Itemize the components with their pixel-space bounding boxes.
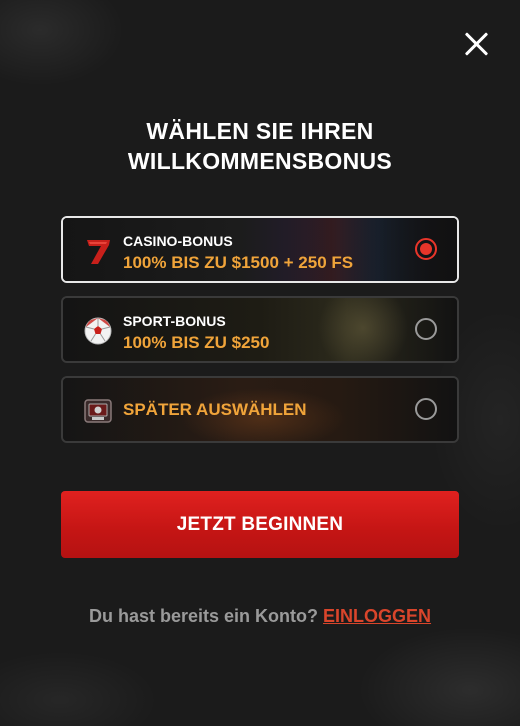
later-option-label: SPÄTER AUSWÄHLEN <box>123 400 307 419</box>
sport-bonus-subtitle: 100% BIS ZU $250 <box>123 333 270 352</box>
sport-bonus-title: SPORT-BONUS <box>123 313 226 329</box>
bonus-option-casino[interactable]: CASINO-BONUS 100% BIS ZU $1500 + 250 FS <box>61 216 459 283</box>
start-now-button[interactable]: JETZT BEGINNEN <box>61 491 459 558</box>
login-prompt-text: Du hast bereits ein Konto? <box>88 606 318 626</box>
bonus-box-icon <box>84 399 112 423</box>
login-prompt: Du hast bereits ein Konto? EINLOGGEN <box>0 606 520 627</box>
title-line-1: WÄHLEN SIE IHREN <box>146 118 374 144</box>
casino-bonus-subtitle: 100% BIS ZU $1500 + 250 FS <box>123 253 354 272</box>
bonus-option-later[interactable]: SPÄTER AUSWÄHLEN <box>61 376 459 443</box>
radio-sport[interactable] <box>415 318 437 340</box>
login-link[interactable]: EINLOGGEN <box>323 606 431 626</box>
radio-later[interactable] <box>415 398 437 420</box>
red-seven-icon <box>87 240 110 264</box>
bonus-option-sport[interactable]: SPORT-BONUS 100% BIS ZU $250 <box>61 296 459 363</box>
casino-bonus-title: CASINO-BONUS <box>123 233 233 249</box>
dialog-title: WÄHLEN SIE IHREN WILLKOMMENSBONUS <box>0 116 520 176</box>
soccer-ball-icon <box>84 317 112 345</box>
title-line-2: WILLKOMMENSBONUS <box>127 148 393 174</box>
close-icon[interactable] <box>460 28 492 60</box>
radio-casino-selected[interactable] <box>415 238 437 260</box>
